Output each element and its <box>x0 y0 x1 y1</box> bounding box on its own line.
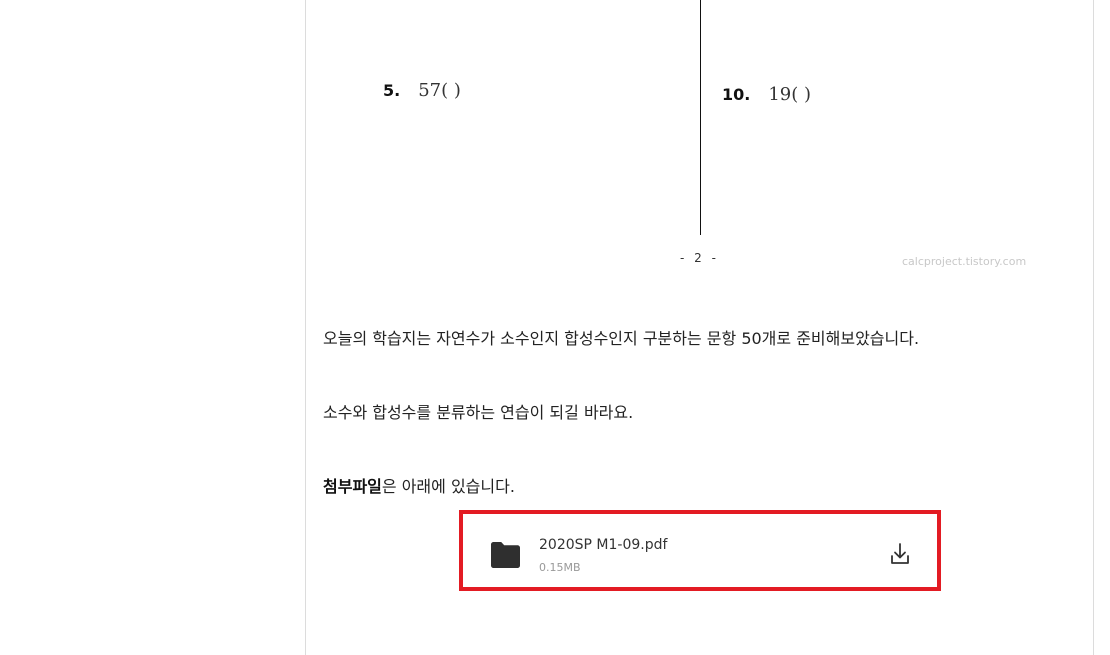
worksheet-problem-5: 5. 57 ( ) <box>383 80 461 101</box>
problem-number: 10. <box>722 85 751 104</box>
problem-number: 5. <box>383 81 401 100</box>
post-paragraph-practice: 소수와 합성수를 분류하는 연습이 되길 바라요. <box>323 403 634 422</box>
problem-value: 57 <box>418 80 442 101</box>
attachment-file-name: 2020SP M1-09.pdf <box>539 537 668 553</box>
attachment-highlight-box: 2020SP M1-09.pdf 0.15MB <box>459 510 941 591</box>
worksheet-column-divider <box>700 0 701 235</box>
problem-value: 19 <box>768 84 792 105</box>
worksheet-watermark: calcproject.tistory.com <box>902 255 1027 268</box>
post-paragraph-attachment-note: 첨부파일은 아래에 있습니다. <box>323 476 515 498</box>
attachment-note-text: 은 아래에 있습니다. <box>381 477 515 496</box>
post-content-column: 5. 57 ( ) 10. 19 ( ) - 2 - calcproject.t… <box>305 0 1094 655</box>
worksheet-page-image: 5. 57 ( ) 10. 19 ( ) - 2 - calcproject.t… <box>306 0 1093 280</box>
problem-answer-blank: ( ) <box>791 84 812 105</box>
file-attachment-card[interactable]: 2020SP M1-09.pdf 0.15MB <box>467 518 933 583</box>
post-paragraph-intro: 오늘의 학습지는 자연수가 소수인지 합성수인지 구분하는 문항 50개로 준비… <box>323 329 920 348</box>
worksheet-problem-10: 10. 19 ( ) <box>722 84 811 105</box>
attachment-file-size: 0.15MB <box>539 561 581 574</box>
download-icon[interactable] <box>889 542 911 566</box>
attachment-label-bold: 첨부파일 <box>323 477 382 496</box>
folder-icon <box>491 542 520 568</box>
problem-answer-blank: ( ) <box>441 80 461 101</box>
